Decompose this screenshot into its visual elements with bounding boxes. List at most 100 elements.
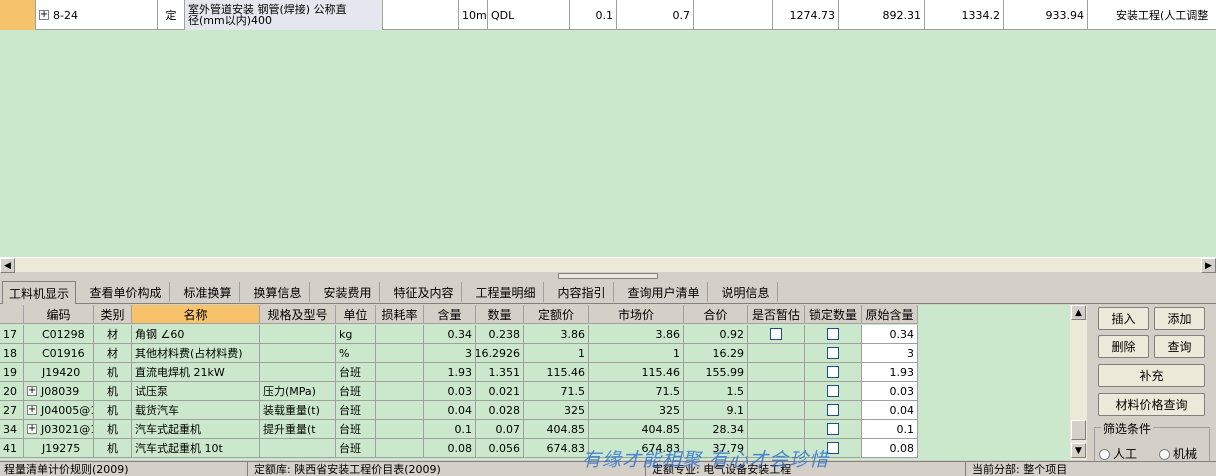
row-qty-per[interactable]: 0.34 <box>424 325 476 344</box>
row-total[interactable]: 0.92 <box>684 325 748 344</box>
row-category[interactable]: 机 <box>94 382 132 401</box>
delete-button[interactable]: 删除 <box>1098 335 1149 358</box>
tab-content-guide[interactable]: 内容指引 <box>550 282 614 302</box>
table-row[interactable]: 18 C01916 材 其他材料费(占材料费) % 3 16.2926 1 1 … <box>0 344 918 363</box>
row-orig-qty[interactable]: 3 <box>862 344 918 363</box>
filter-machine-option[interactable]: 机械 <box>1159 445 1197 462</box>
table-row[interactable]: 19 J19420 机 直流电焊机 21kW 台班 1.93 1.351 115… <box>0 363 918 382</box>
item-unit2[interactable]: QDL <box>488 0 570 30</box>
row-market-price[interactable]: 325 <box>589 401 684 420</box>
row-code[interactable]: C01298 <box>24 325 94 344</box>
row-loss[interactable] <box>376 382 424 401</box>
row-qty-per[interactable]: 0.04 <box>424 401 476 420</box>
scroll-thumb[interactable] <box>1071 420 1086 440</box>
lock-checkbox[interactable] <box>827 385 839 397</box>
row-quota-price[interactable]: 674.83 <box>524 439 589 458</box>
item-value-5[interactable]: 1334.2 <box>925 0 1004 30</box>
row-market-price[interactable]: 404.85 <box>589 420 684 439</box>
row-name[interactable]: 载货汽车 <box>132 401 260 420</box>
item-value-3[interactable]: 1274.73 <box>773 0 839 30</box>
col-loss-rate[interactable]: 损耗率 <box>376 305 424 324</box>
row-name[interactable]: 试压泵 <box>132 382 260 401</box>
row-code[interactable]: J19420 <box>24 363 94 382</box>
panel-splitter[interactable] <box>558 273 658 279</box>
row-qty[interactable]: 0.028 <box>476 401 524 420</box>
row-qty[interactable]: 0.021 <box>476 382 524 401</box>
row-category[interactable]: 机 <box>94 439 132 458</box>
row-loss[interactable] <box>376 439 424 458</box>
col-name[interactable]: 名称 <box>132 305 260 324</box>
lock-checkbox[interactable] <box>827 423 839 435</box>
item-empty[interactable] <box>694 0 773 30</box>
col-qty-per[interactable]: 含量 <box>424 305 476 324</box>
col-unit[interactable]: 单位 <box>336 305 376 324</box>
row-code-cell[interactable]: + J08039 <box>24 382 94 401</box>
row-loss[interactable] <box>376 344 424 363</box>
col-qty[interactable]: 数量 <box>476 305 524 324</box>
row-orig-qty[interactable]: 0.04 <box>862 401 918 420</box>
row-orig-qty[interactable]: 1.93 <box>862 363 918 382</box>
row-quota-price[interactable]: 1 <box>524 344 589 363</box>
row-quota-price[interactable]: 3.86 <box>524 325 589 344</box>
query-button[interactable]: 查询 <box>1154 335 1205 358</box>
expand-icon[interactable]: + <box>27 386 37 396</box>
row-unit[interactable]: 台班 <box>336 420 376 439</box>
tab-conversion-info[interactable]: 换算信息 <box>246 282 310 302</box>
item-value-6[interactable]: 933.94 <box>1004 0 1088 30</box>
expand-icon[interactable]: + <box>27 405 37 415</box>
expand-icon[interactable]: + <box>27 424 37 434</box>
tab-features[interactable]: 特征及内容 <box>386 282 462 302</box>
row-category[interactable]: 材 <box>94 344 132 363</box>
row-unit[interactable]: 台班 <box>336 363 376 382</box>
row-orig-qty[interactable]: 0.08 <box>862 439 918 458</box>
row-orig-qty[interactable]: 0.1 <box>862 420 918 439</box>
add-button[interactable]: 添加 <box>1154 307 1205 330</box>
table-row[interactable]: 20 + J08039 机 试压泵 压力(MPa) 台班 0.03 0.021 7… <box>0 382 918 401</box>
radio-icon[interactable] <box>1099 449 1110 460</box>
scroll-up-icon[interactable]: ▲ <box>1071 305 1086 320</box>
row-qty-per[interactable]: 0.1 <box>424 420 476 439</box>
item-name-cell[interactable]: 室外管道安装 钢管(焊接) 公称直 径(mm以内)400 <box>185 0 383 30</box>
col-category[interactable]: 类别 <box>94 305 132 324</box>
lock-checkbox[interactable] <box>827 347 839 359</box>
row-category[interactable]: 机 <box>94 401 132 420</box>
row-qty-per[interactable]: 0.03 <box>424 382 476 401</box>
price-query-button[interactable]: 材料价格查询 <box>1098 393 1205 416</box>
col-estimate[interactable]: 是否暂估 <box>748 305 805 324</box>
tab-user-list[interactable]: 查询用户清单 <box>620 282 708 302</box>
col-total[interactable]: 合价 <box>684 305 748 324</box>
tab-install-fee[interactable]: 安装费用 <box>316 282 380 302</box>
filter-labor-option[interactable]: 人工 <box>1099 445 1137 462</box>
row-unit[interactable]: kg <box>336 325 376 344</box>
scroll-left-icon[interactable]: ◀ <box>0 258 15 273</box>
row-category[interactable]: 机 <box>94 363 132 382</box>
tab-standard-conversion[interactable]: 标准换算 <box>176 282 240 302</box>
row-qty[interactable]: 1.351 <box>476 363 524 382</box>
radio-icon[interactable] <box>1159 449 1170 460</box>
row-name[interactable]: 角钢 ∠60 <box>132 325 260 344</box>
lock-checkbox[interactable] <box>827 404 839 416</box>
item-type[interactable]: 定 <box>158 0 185 30</box>
row-spec[interactable] <box>260 325 336 344</box>
col-quota-price[interactable]: 定额价 <box>524 305 589 324</box>
item-row[interactable]: + 8-24 定 室外管道安装 钢管(焊接) 公称直 径(mm以内)400 10… <box>0 0 1216 30</box>
row-name[interactable]: 汽车式起重机 <box>132 420 260 439</box>
row-market-price[interactable]: 115.46 <box>589 363 684 382</box>
col-code[interactable]: 编码 <box>24 305 94 324</box>
row-loss[interactable] <box>376 363 424 382</box>
row-qty[interactable]: 0.07 <box>476 420 524 439</box>
tab-description[interactable]: 说明信息 <box>714 282 778 302</box>
row-orig-qty[interactable]: 0.34 <box>862 325 918 344</box>
table-row[interactable]: 34 + J03021@1 机 汽车式起重机 提升重量(t 台班 0.1 0.07… <box>0 420 918 439</box>
col-spec[interactable]: 规格及型号 <box>260 305 336 324</box>
vertical-scrollbar[interactable]: ▲ ▼ <box>1070 305 1087 460</box>
row-loss[interactable] <box>376 325 424 344</box>
row-qty[interactable]: 0.238 <box>476 325 524 344</box>
row-quota-price[interactable]: 404.85 <box>524 420 589 439</box>
row-unit[interactable]: % <box>336 344 376 363</box>
insert-button[interactable]: 插入 <box>1098 307 1149 330</box>
row-name[interactable]: 汽车式起重机 10t <box>132 439 260 458</box>
row-unit[interactable]: 台班 <box>336 401 376 420</box>
col-lock[interactable]: 锁定数量 <box>805 305 862 324</box>
row-total[interactable]: 28.34 <box>684 420 748 439</box>
